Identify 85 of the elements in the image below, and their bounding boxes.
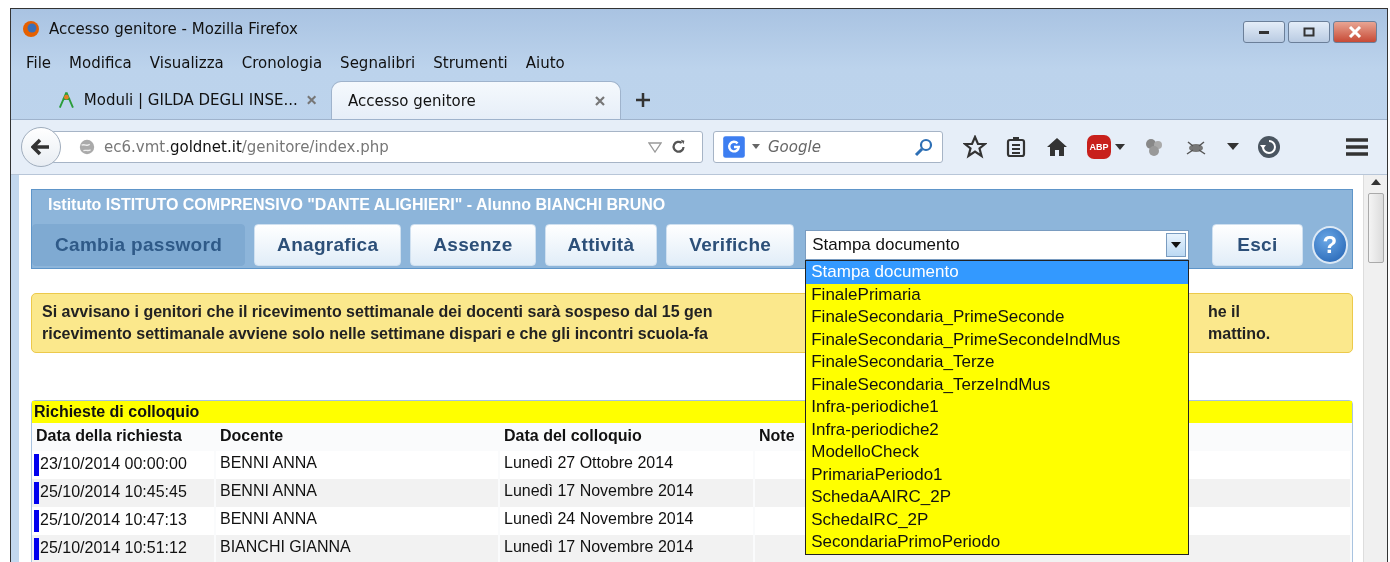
dropdown-option[interactable]: SchedaAAIRC_2P	[806, 486, 1189, 509]
search-icon	[914, 137, 934, 157]
caret-icon	[1171, 242, 1182, 248]
menu-button[interactable]	[1345, 137, 1369, 157]
table-cell: 25/10/2014 10:47:13	[32, 507, 216, 535]
close-button[interactable]	[1333, 21, 1377, 43]
notice-text: he il	[1208, 302, 1240, 322]
table-cell: 25/10/2014 10:45:45	[32, 479, 216, 507]
column-header: Note	[758, 426, 796, 446]
dropdown-option[interactable]: FinaleSecondaria_PrimeSeconde	[806, 306, 1189, 329]
browser-tab[interactable]: Moduli | GILDA DEGLI INSE...	[41, 81, 331, 119]
close-icon	[594, 94, 606, 107]
nav-button[interactable]: Assenze	[410, 224, 536, 266]
scrollbar-thumb[interactable]	[1367, 193, 1384, 263]
overflow-menu-button[interactable]	[1227, 143, 1239, 151]
dropdown-option[interactable]: FinaleSecondaria_Terze	[806, 351, 1189, 374]
bookmarks-list-button[interactable]	[1005, 136, 1027, 158]
table-cell: Lunedì 24 Novembre 2014	[500, 507, 755, 535]
dropdown-option[interactable]: SchedaIRC_2P	[806, 508, 1189, 531]
menu-item[interactable]: File	[17, 54, 61, 72]
document-select[interactable]: Stampa documento	[805, 230, 1190, 260]
minimize-button[interactable]	[1243, 21, 1285, 43]
table-cell: Lunedì 27 Ottobre 2014	[500, 451, 755, 479]
dropdown-option[interactable]: FinaleSecondaria_PrimeSecondeIndMus	[806, 328, 1189, 351]
browser-tab[interactable]: Accesso genitore	[331, 81, 621, 119]
column-header: Docente	[219, 426, 285, 446]
notice-text: ricevimento settimanale avviene solo nelle settimane dispari e che gli incontri scuola-fa	[42, 324, 708, 344]
dropdown-option[interactable]: FinalePrimaria	[806, 283, 1189, 306]
dropdown-option[interactable]: ModelloCheck	[806, 441, 1189, 464]
menu-item[interactable]: Modifica	[60, 54, 141, 72]
close-icon	[1348, 26, 1362, 38]
nav-button[interactable]: Anagrafica	[254, 224, 402, 266]
extension-button[interactable]	[1143, 136, 1165, 158]
nav-button[interactable]: Verifiche	[666, 224, 795, 266]
url-text: ec6.vmt.goldnet.it/genitore/index.php	[104, 138, 390, 156]
menu-item[interactable]: Strumenti	[424, 54, 517, 72]
firefox-logo-icon	[21, 19, 41, 39]
dropdown-triangle-icon	[648, 141, 662, 153]
table-cell: BENNI ANNA	[216, 507, 500, 535]
figure-icon	[57, 90, 76, 110]
row-marker	[34, 510, 39, 532]
menu-item[interactable]: Segnalibri	[331, 54, 425, 72]
google-logo-icon	[722, 135, 746, 159]
globe-icon	[78, 138, 96, 156]
table-cell: Lunedì 17 Novembre 2014	[500, 535, 755, 562]
menu-item[interactable]: Aiuto	[516, 54, 574, 72]
table-cell: Lunedì 17 Novembre 2014	[500, 479, 755, 507]
caret-icon	[1115, 144, 1125, 150]
address-field[interactable]: ec6.vmt.goldnet.it/genitore/index.php	[53, 131, 703, 163]
scroll-up-icon	[1370, 179, 1381, 185]
panel-title: Istituto ISTITUTO COMPRENSIVO "DANTE ALIGHIERI" - Alunno BIANCHI BRUNO	[48, 196, 667, 215]
dropdown-option[interactable]: SecondariaPrimoPeriodo	[806, 531, 1189, 554]
logout-button[interactable]: Esci	[1212, 224, 1303, 266]
tab-label: Accesso genitore	[348, 91, 477, 110]
tab-label: Moduli | GILDA DEGLI INSE...	[83, 91, 298, 109]
row-marker	[34, 538, 39, 560]
plus-icon	[635, 92, 651, 108]
minimize-icon	[1258, 29, 1270, 35]
row-marker	[34, 482, 39, 504]
back-button[interactable]	[21, 127, 61, 167]
back-arrow-icon	[31, 138, 51, 156]
window-title: Accesso genitore - Mozilla Firefox	[49, 20, 298, 38]
row-marker	[34, 454, 39, 476]
column-header: Data del colloquio	[503, 426, 643, 446]
table-cell: BENNI ANNA	[216, 451, 500, 479]
maximize-button[interactable]	[1288, 21, 1330, 43]
notice-text: Si avvisano i genitori che il ricevimento settimanale dei docenti sarà sospeso dal 15 gen	[42, 302, 713, 322]
bookmark-star-button[interactable]	[963, 135, 987, 159]
close-icon	[305, 94, 317, 106]
search-field[interactable]: Google	[713, 131, 943, 163]
home-button[interactable]	[1045, 136, 1069, 158]
maximize-icon	[1303, 27, 1315, 37]
table-cell: 25/10/2014 10:51:12	[32, 535, 216, 562]
table-cell: BIANCHI GIANNA	[216, 535, 500, 562]
history-button[interactable]	[1257, 135, 1281, 159]
menu-item[interactable]: Visualizza	[140, 54, 233, 72]
table-cell: BENNI ANNA	[216, 479, 500, 507]
dropdown-option[interactable]: PrimariaPeriodo1	[806, 463, 1189, 486]
menu-item[interactable]: Cronologia	[232, 54, 332, 72]
nav-button[interactable]: Attività	[544, 224, 658, 266]
column-header: Data della richiesta	[35, 426, 183, 446]
caret-icon	[752, 144, 760, 150]
notice-text: mattino.	[1208, 324, 1271, 344]
dropdown-option[interactable]: FinaleSecondaria_TerzeIndMus	[806, 373, 1189, 396]
table-cell: 23/10/2014 00:00:00	[32, 451, 216, 479]
